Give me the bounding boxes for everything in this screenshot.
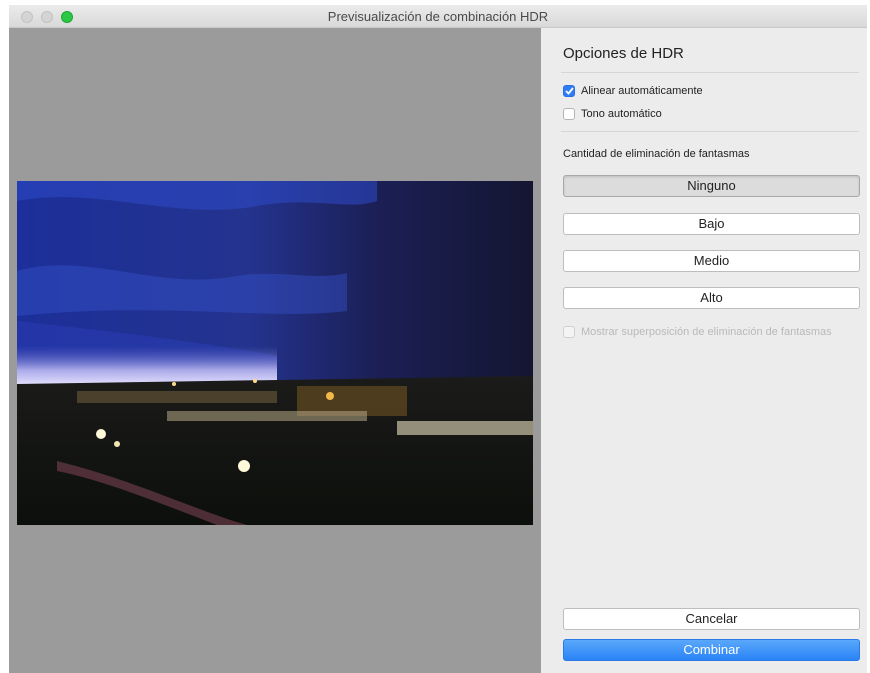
auto-align-label: Alinear automáticamente <box>581 85 703 97</box>
divider <box>561 72 859 73</box>
deghost-amount-label: Cantidad de eliminación de fantasmas <box>563 148 750 160</box>
auto-tone-label: Tono automático <box>581 108 662 120</box>
deghost-overlay-checkbox-row[interactable]: Mostrar superposición de eliminación de … <box>563 326 832 338</box>
merge-button[interactable]: Combinar <box>563 639 860 661</box>
panel-title: Opciones de HDR <box>563 45 684 62</box>
window-title: Previsualización de combinación HDR <box>327 9 549 24</box>
deghost-none-button[interactable]: Ninguno <box>563 175 860 197</box>
options-panel: Opciones de HDR Alinear automáticamente … <box>541 28 867 673</box>
divider <box>561 131 859 132</box>
deghost-medium-button[interactable]: Medio <box>563 250 860 272</box>
hdr-preview-image <box>17 181 533 525</box>
preview-area <box>9 28 541 673</box>
auto-align-checkbox-row[interactable]: Alinear automáticamente <box>563 85 703 97</box>
auto-tone-checkbox-row[interactable]: Tono automático <box>563 108 662 120</box>
auto-align-checkbox[interactable] <box>563 85 575 97</box>
deghost-overlay-label: Mostrar superposición de eliminación de … <box>581 326 832 338</box>
auto-tone-checkbox[interactable] <box>563 108 575 120</box>
cancel-button[interactable]: Cancelar <box>563 608 860 630</box>
deghost-low-button[interactable]: Bajo <box>563 213 860 235</box>
deghost-high-button[interactable]: Alto <box>563 287 860 309</box>
hdr-merge-window: Previsualización de combinación HDR Opci… <box>9 5 867 673</box>
title-bar: Previsualización de combinación HDR <box>9 5 867 28</box>
deghost-overlay-checkbox[interactable] <box>563 326 575 338</box>
